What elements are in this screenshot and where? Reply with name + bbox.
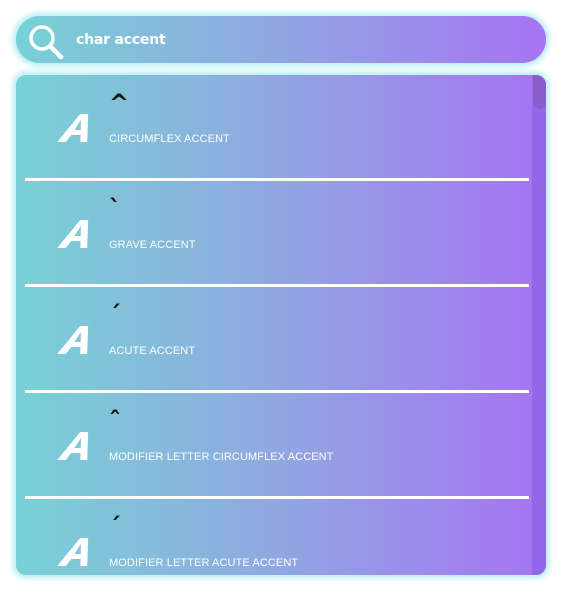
result-name: MODIFIER LETTER CIRCUMFLEX ACCENT [109,451,334,463]
search-input[interactable] [76,16,516,63]
character-icon [57,538,89,566]
result-name: MODIFIER LETTER ACUTE ACCENT [109,557,299,569]
character-icon [57,432,89,460]
result-name: ACUTE ACCENT [109,345,196,357]
search-icon [29,25,64,60]
list-item[interactable]: ˆ MODIFIER LETTER CIRCUMFLEX ACCENT [25,393,529,499]
character-icon [57,220,89,248]
list-item[interactable]: ˊ MODIFIER LETTER ACUTE ACCENT [25,499,529,575]
result-character: ´ [109,301,121,329]
result-character: ^ [109,89,130,117]
scrollbar[interactable] [532,75,546,575]
list-item[interactable]: ^ CIRCUMFLEX ACCENT [25,75,529,181]
results-panel: ^ CIRCUMFLEX ACCENT ` GRAVE ACCENT ´ ACU… [14,73,548,577]
result-character: ` [109,195,121,223]
search-bar[interactable] [14,14,548,65]
result-character: ˆ [109,407,121,435]
result-name: CIRCUMFLEX ACCENT [109,133,230,145]
result-character: ˊ [109,513,121,541]
scrollbar-thumb[interactable] [532,75,546,109]
result-name: GRAVE ACCENT [109,239,196,251]
character-icon [57,114,89,142]
results-list: ^ CIRCUMFLEX ACCENT ` GRAVE ACCENT ´ ACU… [16,75,534,575]
character-icon [57,326,89,354]
list-item[interactable]: ` GRAVE ACCENT [25,181,529,287]
list-item[interactable]: ´ ACUTE ACCENT [25,287,529,393]
